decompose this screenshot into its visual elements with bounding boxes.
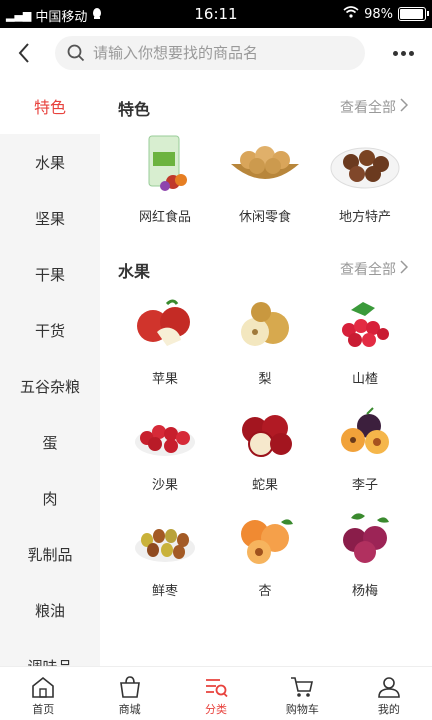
home-icon	[32, 676, 55, 698]
chevron-right-icon	[400, 260, 408, 274]
category-item-label: 山楂	[351, 372, 378, 387]
search-header	[0, 28, 432, 78]
category-item-label: 网红食品	[138, 210, 191, 225]
category-item[interactable]: 网红食品	[115, 134, 215, 240]
tab-label: 购物车	[285, 703, 319, 716]
category-item-label: 鲜枣	[151, 584, 178, 599]
back-button[interactable]	[10, 38, 38, 68]
view-all-link[interactable]: 查看全部	[340, 97, 396, 117]
category-item[interactable]: 蛇果	[215, 402, 315, 508]
category-item-label: 梨	[258, 372, 272, 387]
sidebar-item-特色[interactable]: 特色	[0, 78, 100, 134]
red-delicious-icon	[242, 415, 292, 457]
sidebar-item-蛋[interactable]: 蛋	[0, 414, 100, 470]
category-item-label: 蛇果	[251, 478, 278, 493]
more-dot-icon	[400, 50, 406, 56]
user-icon	[378, 677, 400, 698]
fruit-grid: 苹果 梨 山楂 沙果 蛇果 李子 鲜枣 杏 杨梅	[100, 296, 432, 614]
more-button[interactable]	[388, 40, 418, 66]
section-title: 水果	[118, 262, 151, 281]
category-item[interactable]: 梨	[215, 296, 315, 402]
tab-profile[interactable]: 我的	[346, 667, 432, 720]
chevron-right-icon	[400, 98, 408, 112]
category-item[interactable]: 苹果	[115, 296, 215, 402]
battery-percent: 98%	[364, 6, 393, 22]
category-item[interactable]: 杏	[215, 508, 315, 614]
sidebar-item-粮油[interactable]: 粮油	[0, 582, 100, 638]
bayberry-icon	[343, 513, 389, 563]
sidebar-item-五谷杂粮[interactable]: 五谷杂粮	[0, 358, 100, 414]
category-item-label: 沙果	[151, 478, 178, 493]
category-sidebar: 特色 水果 坚果 干果 干货 五谷杂粮 蛋 肉 乳制品 粮油 调味品	[0, 78, 100, 666]
section-title: 特色	[118, 100, 151, 119]
category-item-label: 地方特产	[338, 210, 391, 225]
category-item-label: 苹果	[151, 372, 178, 387]
category-content: 特色 查看全部 网红食品 休闲零食 地方特产 水果 查看全部 苹果 梨 山楂 沙…	[100, 78, 432, 666]
sidebar-item-干果[interactable]: 干果	[0, 246, 100, 302]
tab-shop[interactable]: 商城	[86, 667, 172, 720]
wifi-icon	[343, 6, 359, 22]
snack-bag-icon	[148, 135, 187, 191]
pear-icon	[241, 302, 289, 346]
featured-grid: 网红食品 休闲零食 地方特产	[100, 134, 432, 240]
category-item[interactable]: 沙果	[115, 402, 215, 508]
jujube-icon	[135, 529, 195, 562]
sidebar-item-调味品[interactable]: 调味品	[0, 638, 100, 667]
search-box[interactable]	[55, 36, 365, 70]
sidebar-item-水果[interactable]: 水果	[0, 134, 100, 190]
chestnut-plate-icon	[330, 147, 400, 189]
category-item[interactable]: 杨梅	[315, 508, 415, 614]
category-item[interactable]: 李子	[315, 402, 415, 508]
sidebar-item-乳制品[interactable]: 乳制品	[0, 526, 100, 582]
category-item-label: 杨梅	[351, 584, 378, 599]
category-item[interactable]: 地方特产	[315, 134, 415, 240]
category-item-label: 李子	[351, 478, 378, 493]
sidebar-item-干货[interactable]: 干货	[0, 302, 100, 358]
hawthorn-icon	[342, 302, 389, 347]
tab-label: 商城	[118, 703, 141, 716]
apple-icon	[137, 299, 190, 346]
tab-label: 我的	[377, 703, 400, 716]
sidebar-item-肉[interactable]: 肉	[0, 470, 100, 526]
section-header-featured: 特色 查看全部	[100, 78, 432, 134]
category-item[interactable]: 鲜枣	[115, 508, 215, 614]
bottom-tab-bar: 首页 商城 分类 购物车 我的	[0, 666, 432, 720]
battery-icon	[398, 7, 429, 21]
plum-icon	[341, 407, 389, 454]
tab-label: 首页	[32, 703, 55, 716]
more-dot-icon	[408, 50, 414, 56]
sidebar-item-坚果[interactable]: 坚果	[0, 190, 100, 246]
crabapple-icon	[135, 425, 195, 456]
apricot-icon	[241, 519, 293, 564]
category-item[interactable]: 休闲零食	[215, 134, 315, 240]
chevron-left-icon	[18, 43, 29, 63]
search-input[interactable]	[93, 44, 353, 62]
category-icon	[206, 679, 228, 698]
status-bar: ▂▄▆ 中国移动 16:11 98%	[0, 0, 432, 28]
view-all-link[interactable]: 查看全部	[340, 259, 396, 279]
search-icon	[67, 44, 85, 62]
cookies-basket-icon	[231, 146, 299, 179]
category-item-label: 休闲零食	[238, 210, 291, 225]
tab-home[interactable]: 首页	[0, 667, 86, 720]
cart-icon	[291, 677, 314, 697]
tab-label: 分类	[205, 703, 228, 716]
tab-cart[interactable]: 购物车	[259, 667, 345, 720]
more-dot-icon	[392, 50, 398, 56]
shop-bag-icon	[119, 676, 140, 698]
category-item-label: 杏	[258, 584, 272, 599]
section-header-fruit: 水果 查看全部	[100, 240, 432, 296]
tab-category[interactable]: 分类	[173, 667, 259, 720]
category-item[interactable]: 山楂	[315, 296, 415, 402]
